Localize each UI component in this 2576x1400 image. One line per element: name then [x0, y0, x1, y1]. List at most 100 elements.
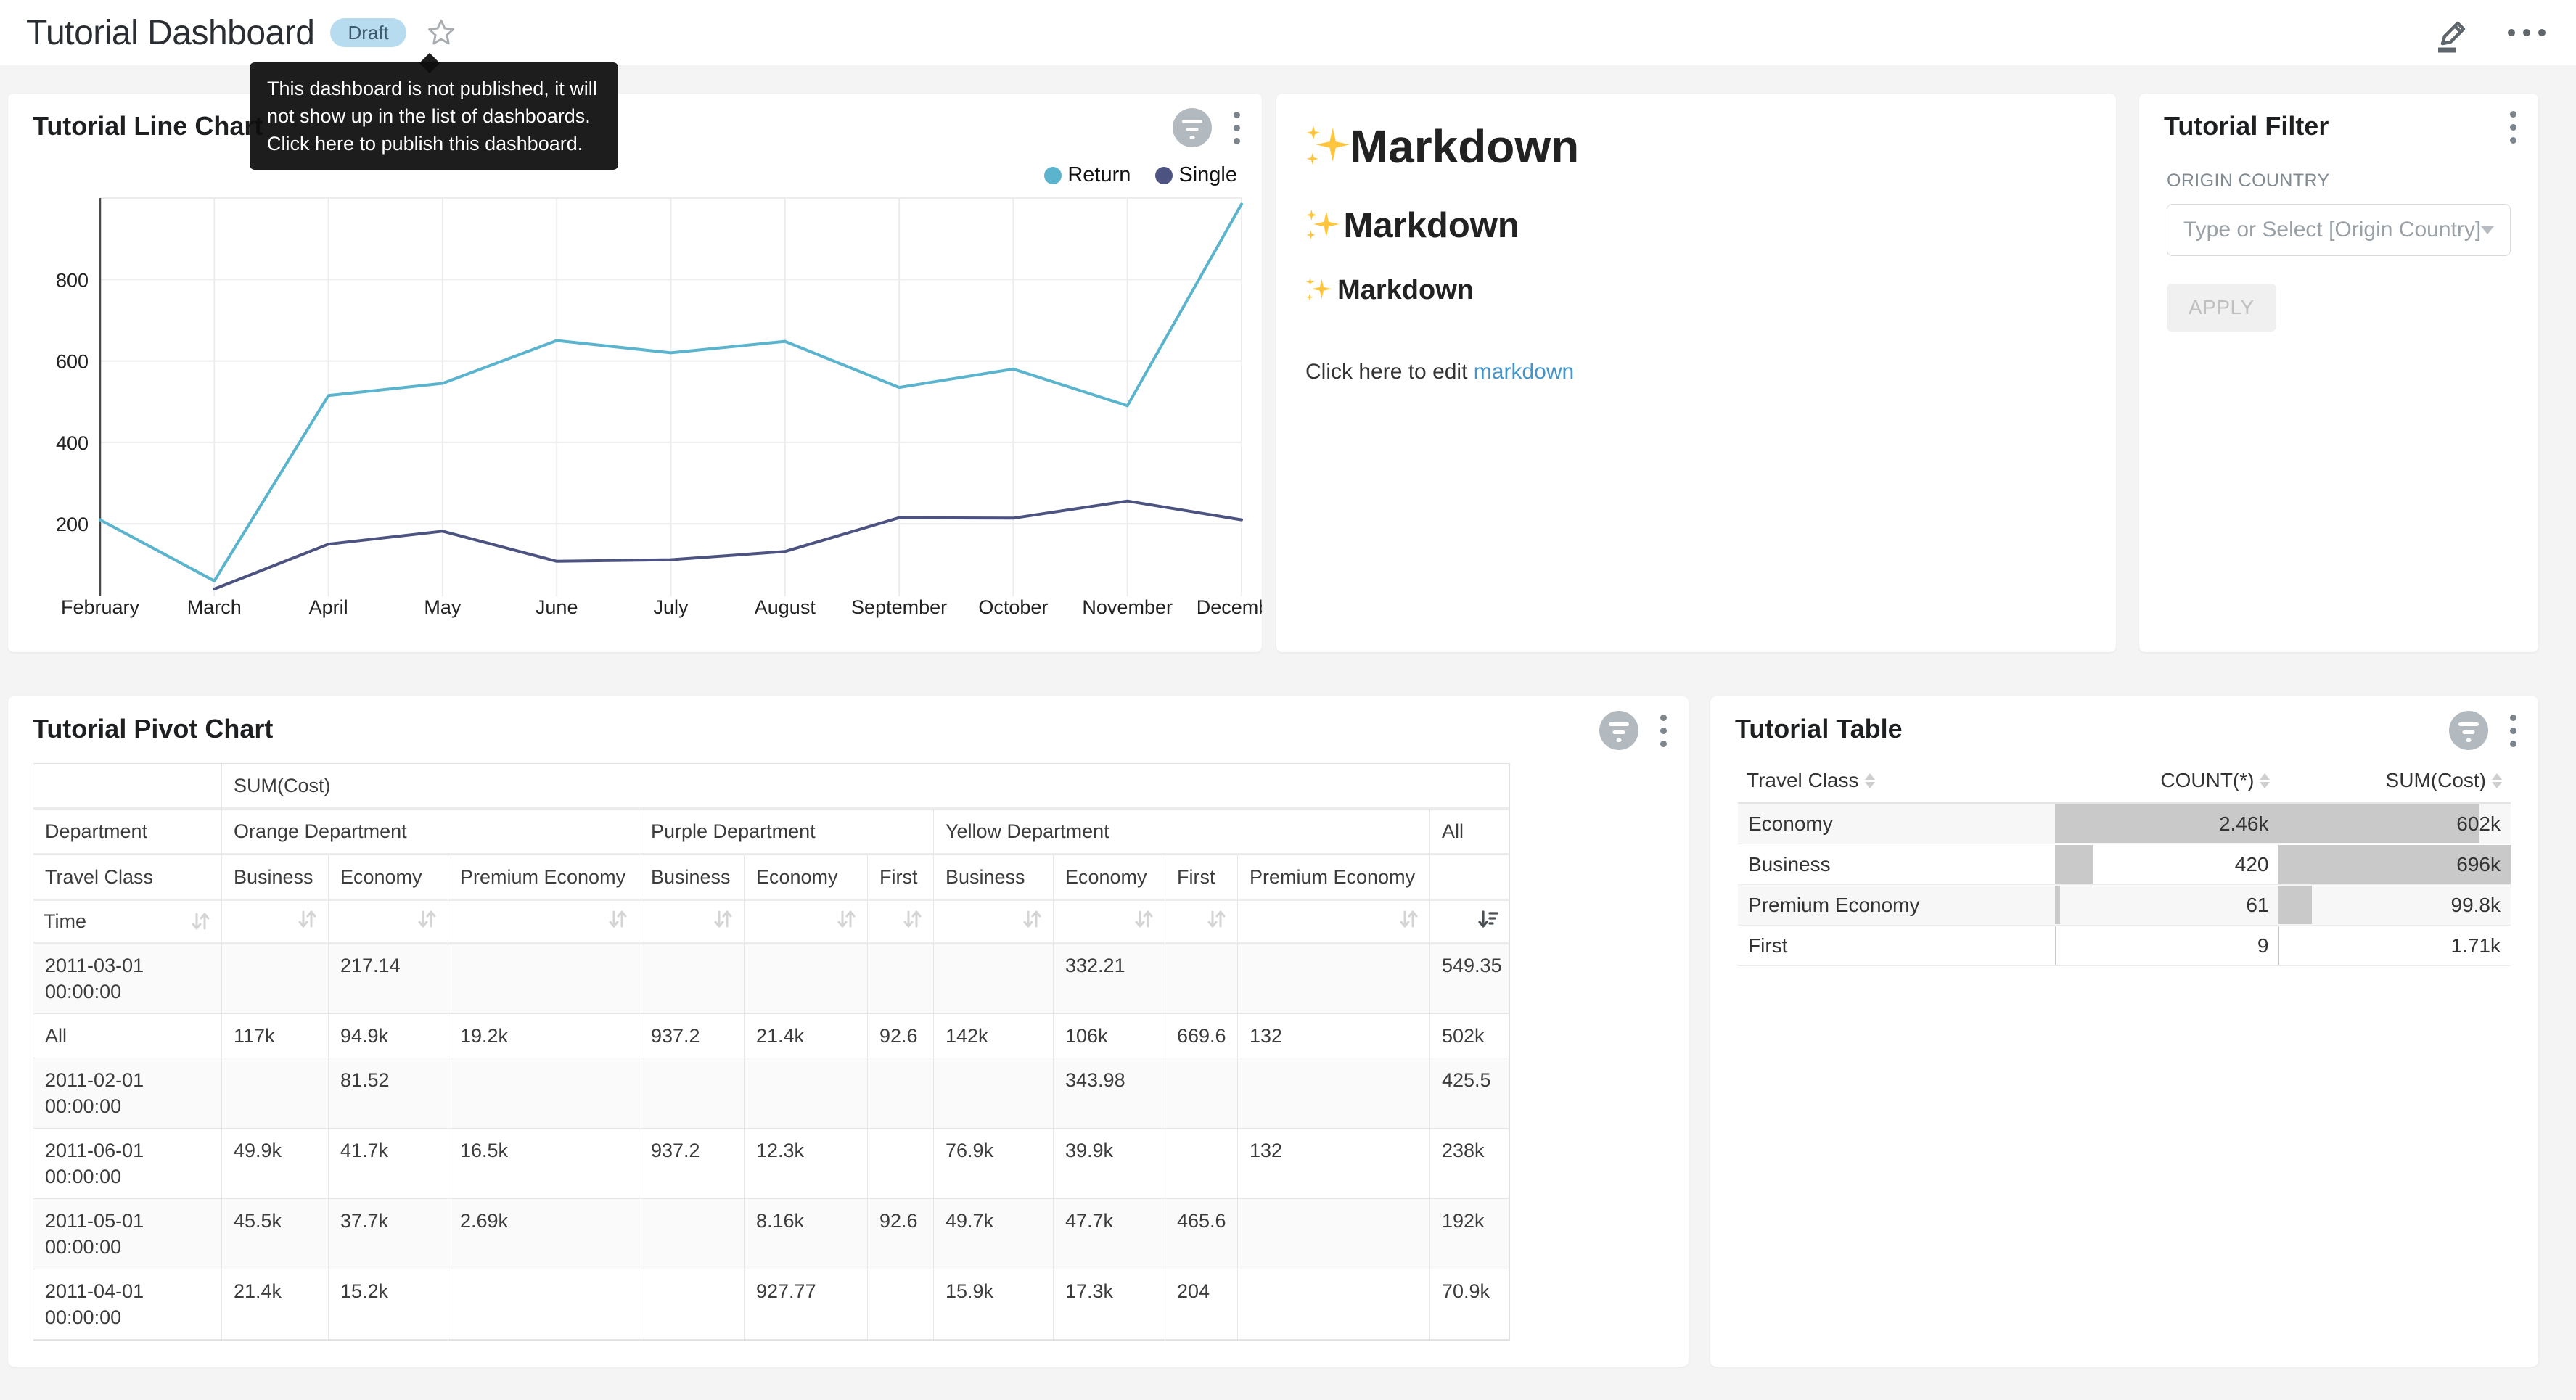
- table-row[interactable]: First91.71k: [1738, 926, 2511, 966]
- draft-status-badge[interactable]: Draft: [330, 18, 406, 47]
- pivot-row-label: 2011-05-01 00:00:00: [33, 1199, 222, 1269]
- pivot-corner-cell: [33, 764, 222, 810]
- filter-kebab-menu-icon[interactable]: [2507, 108, 2519, 147]
- pivot-row-label: 2011-03-01 00:00:00: [33, 944, 222, 1014]
- pivot-row: 2011-04-01 00:00:0021.4k15.2k927.7715.9k…: [33, 1269, 1509, 1340]
- pivot-cell: [745, 944, 868, 1014]
- pivot-row: All117k94.9k19.2k937.221.4k92.6142k106k6…: [33, 1014, 1509, 1058]
- pivot-cell: 465.6: [1165, 1199, 1238, 1269]
- sort-descending-active-icon[interactable]: [1477, 908, 1498, 930]
- pivot-cell: 49.9k: [222, 1129, 329, 1199]
- pivot-cell: [448, 1269, 639, 1340]
- cell-value: Premium Economy: [1748, 894, 2045, 917]
- pivot-cell: 15.2k: [329, 1269, 448, 1340]
- sort-carets-icon: [1865, 773, 1875, 788]
- origin-country-label: ORIGIN COUNTRY: [2167, 170, 2330, 192]
- pivot-cell: [868, 1058, 934, 1129]
- cross-filter-icon[interactable]: [1173, 108, 1212, 147]
- chart-kebab-menu-icon[interactable]: [1231, 109, 1243, 147]
- pivot-cell: 47.7k: [1054, 1199, 1165, 1269]
- sort-icon[interactable]: [1398, 908, 1419, 930]
- pivot-cell: [1165, 1129, 1238, 1199]
- cross-filter-icon[interactable]: [1599, 711, 1638, 750]
- svg-text:October: October: [978, 596, 1048, 618]
- svg-text:400: 400: [56, 432, 89, 454]
- pivot-cell: 12.3k: [745, 1129, 868, 1199]
- pivot-cell: 45.5k: [222, 1199, 329, 1269]
- pivot-cell: [934, 944, 1054, 1014]
- favorite-star-icon[interactable]: [425, 17, 457, 48]
- cell-value: 9: [2065, 934, 2269, 958]
- chart-kebab-menu-icon[interactable]: [2507, 712, 2519, 750]
- pivot-cell: [448, 1058, 639, 1129]
- pivot-cell: [222, 944, 329, 1014]
- pivot-cell: 41.7k: [329, 1129, 448, 1199]
- sort-icon[interactable]: [901, 908, 923, 930]
- pivot-cell: 15.9k: [934, 1269, 1054, 1340]
- data-table: Travel Class COUNT(*) SUM(Cost) Economy 2…: [1738, 759, 2511, 966]
- column-header-count[interactable]: COUNT(*): [2055, 759, 2279, 803]
- pivot-time-label: Time: [44, 908, 86, 934]
- pivot-row-label: 2011-06-01 00:00:00: [33, 1129, 222, 1199]
- sort-icon[interactable]: [1205, 908, 1227, 930]
- table-row[interactable]: Economy2.46k602k: [1738, 803, 2511, 844]
- table-header-row: Travel Class COUNT(*) SUM(Cost): [1738, 759, 2511, 803]
- pivot-cell: 81.52: [329, 1058, 448, 1129]
- pivot-group-all: All: [1430, 810, 1509, 855]
- sort-icon[interactable]: [1021, 908, 1043, 930]
- pivot-row-label: 2011-02-01 00:00:00: [33, 1058, 222, 1129]
- pivot-metric-header: SUM(Cost): [222, 764, 1509, 810]
- pivot-cell: 204: [1165, 1269, 1238, 1340]
- edit-dashboard-icon[interactable]: [2432, 11, 2473, 54]
- origin-country-select[interactable]: Type or Select [Origin Country]: [2167, 204, 2511, 256]
- svg-text:March: March: [187, 596, 242, 618]
- pivot-cell: 502k: [1430, 1014, 1509, 1058]
- page-title: Tutorial Dashboard: [26, 13, 314, 53]
- cross-filter-icon[interactable]: [2449, 711, 2488, 750]
- line-chart-canvas[interactable]: 200400600800FebruaryMarchAprilMayJuneJul…: [33, 166, 1262, 645]
- pivot-cell: 142k: [934, 1014, 1054, 1058]
- pivot-cell: [868, 944, 934, 1014]
- svg-text:July: July: [653, 596, 689, 618]
- pivot-cell: [1165, 1058, 1238, 1129]
- pivot-cell: 17.3k: [1054, 1269, 1165, 1340]
- pivot-cell: 132: [1238, 1014, 1430, 1058]
- cell-value: 1.71k: [2289, 934, 2501, 958]
- cell-value: Economy: [1748, 812, 2045, 836]
- pivot-metric-row: SUM(Cost): [33, 764, 1509, 810]
- table-row[interactable]: Business420696k: [1738, 844, 2511, 885]
- pivot-cell: 425.5: [1430, 1058, 1509, 1129]
- edit-markdown-link[interactable]: markdown: [1474, 360, 1574, 384]
- sort-icon[interactable]: [1133, 908, 1154, 930]
- pivot-cell: 217.14: [329, 944, 448, 1014]
- pivot-cell: 16.5k: [448, 1129, 639, 1199]
- column-header-travel-class[interactable]: Travel Class: [1738, 759, 2055, 803]
- cell-value: 2.46k: [2065, 812, 2269, 836]
- svg-text:November: November: [1082, 596, 1173, 618]
- dashboard-menu-icon[interactable]: [2508, 29, 2546, 36]
- pivot-cell: 192k: [1430, 1199, 1509, 1269]
- tooltip-text: This dashboard is not published, it will…: [267, 78, 597, 155]
- apply-button[interactable]: APPLY: [2167, 284, 2276, 332]
- sort-icon[interactable]: [189, 910, 211, 932]
- pivot-cell: 92.6: [868, 1014, 934, 1058]
- pivot-group-orange: Orange Department: [222, 810, 639, 855]
- chart-kebab-menu-icon[interactable]: [1657, 712, 1670, 750]
- pivot-cell: 37.7k: [329, 1199, 448, 1269]
- pivot-cell: 70.9k: [1430, 1269, 1509, 1340]
- chevron-down-icon: [2481, 226, 2494, 234]
- pivot-cell: 669.6: [1165, 1014, 1238, 1058]
- sparkles-icon: [1305, 277, 1332, 303]
- column-header-sum-cost[interactable]: SUM(Cost): [2278, 759, 2511, 803]
- sort-icon[interactable]: [835, 908, 857, 930]
- sort-carets-icon: [2492, 773, 2502, 788]
- sort-icon[interactable]: [712, 908, 734, 930]
- sort-icon[interactable]: [607, 908, 628, 930]
- pivot-cell: [745, 1058, 868, 1129]
- sort-icon[interactable]: [416, 908, 438, 930]
- sort-icon[interactable]: [296, 908, 318, 930]
- dashboard-header: Tutorial Dashboard Draft: [0, 0, 2576, 65]
- pivot-cell: 549.35: [1430, 944, 1509, 1014]
- pivot-cell: [868, 1129, 934, 1199]
- table-row[interactable]: Premium Economy6199.8k: [1738, 885, 2511, 926]
